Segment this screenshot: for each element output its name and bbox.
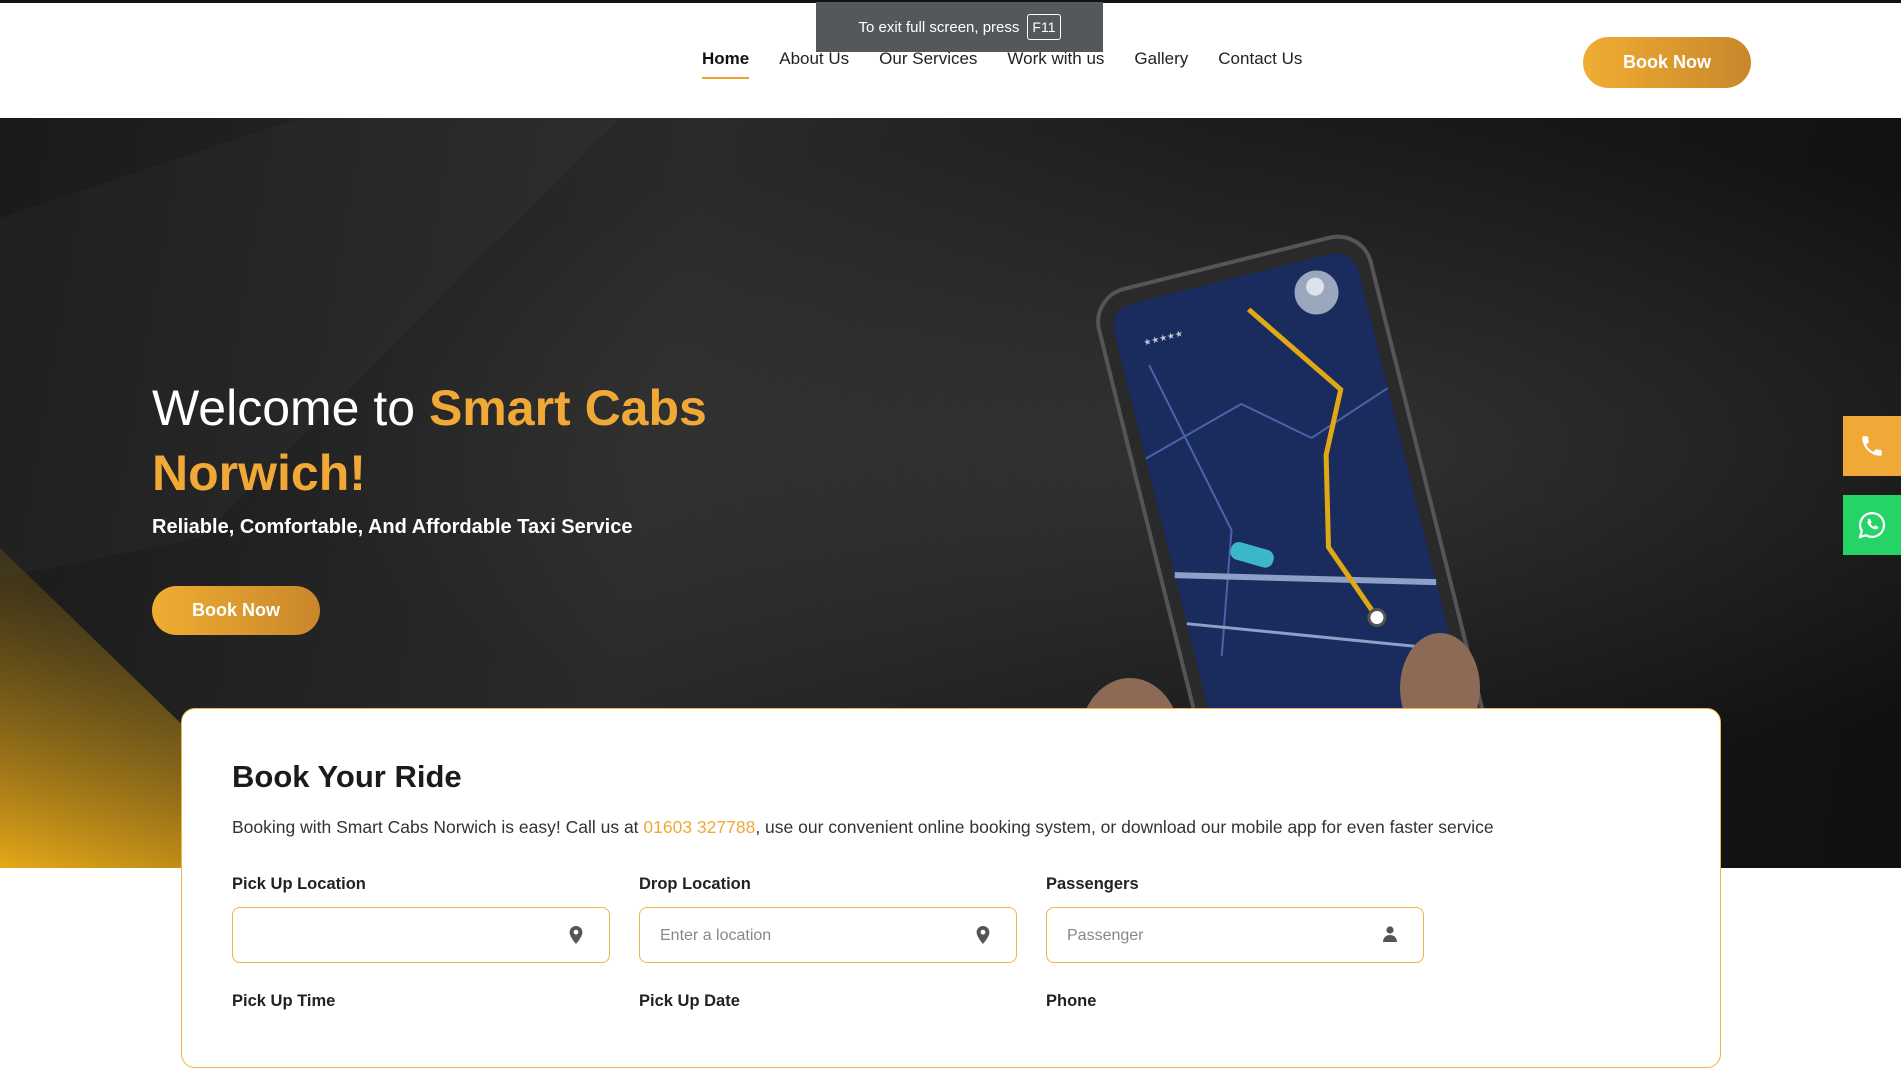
booking-intro: Booking with Smart Cabs Norwich is easy!…	[232, 817, 1692, 838]
floating-call-button[interactable]	[1843, 416, 1901, 476]
pickup-date-label: Pick Up Date	[639, 992, 740, 1010]
hero-book-now-button[interactable]: Book Now	[152, 586, 320, 635]
passengers-field	[1046, 907, 1424, 963]
header-book-now-button[interactable]: Book Now	[1583, 37, 1751, 88]
passengers-input[interactable]	[1047, 908, 1389, 963]
booking-intro-text: Booking with Smart Cabs Norwich is easy!…	[232, 817, 644, 837]
floating-whatsapp-button[interactable]	[1843, 495, 1901, 555]
fullscreen-notice: To exit full screen, press F11	[816, 2, 1103, 52]
map-pin-icon	[976, 926, 990, 944]
nav-about-us[interactable]: About Us	[779, 49, 849, 79]
fullscreen-key: F11	[1027, 14, 1061, 40]
fullscreen-notice-text: To exit full screen, press	[858, 18, 1020, 36]
hero-tagline: Reliable, Comfortable, And Affordable Ta…	[152, 516, 633, 538]
nav-gallery[interactable]: Gallery	[1134, 49, 1188, 79]
booking-phone-link[interactable]: 01603 327788	[643, 817, 755, 837]
main-navigation: Home About Us Our Services Work with us …	[702, 49, 1332, 79]
nav-work-with-us[interactable]: Work with us	[1007, 49, 1104, 79]
pickup-location-field	[232, 907, 610, 963]
pickup-time-label: Pick Up Time	[232, 992, 336, 1010]
nav-our-services[interactable]: Our Services	[879, 49, 977, 79]
booking-card: Book Your Ride Booking with Smart Cabs N…	[181, 708, 1721, 1068]
drop-location-field	[639, 907, 1017, 963]
nav-contact-us[interactable]: Contact Us	[1218, 49, 1302, 79]
hero-title-prefix: Welcome to	[152, 380, 429, 436]
drop-location-input[interactable]	[640, 908, 982, 963]
hero-title: Welcome to Smart Cabs Norwich!	[152, 376, 792, 506]
whatsapp-icon	[1858, 511, 1886, 539]
booking-title: Book Your Ride	[232, 759, 462, 794]
map-pin-icon	[569, 926, 583, 944]
pickup-location-label: Pick Up Location	[232, 875, 366, 893]
booking-intro-text-end: , use our convenient online booking syst…	[755, 817, 1494, 837]
user-icon	[1383, 926, 1397, 942]
drop-location-label: Drop Location	[639, 875, 751, 893]
phone-label: Phone	[1046, 992, 1097, 1010]
pickup-location-input[interactable]	[233, 908, 575, 963]
phone-icon	[1862, 436, 1882, 456]
nav-home[interactable]: Home	[702, 49, 750, 79]
passengers-label: Passengers	[1046, 875, 1139, 893]
